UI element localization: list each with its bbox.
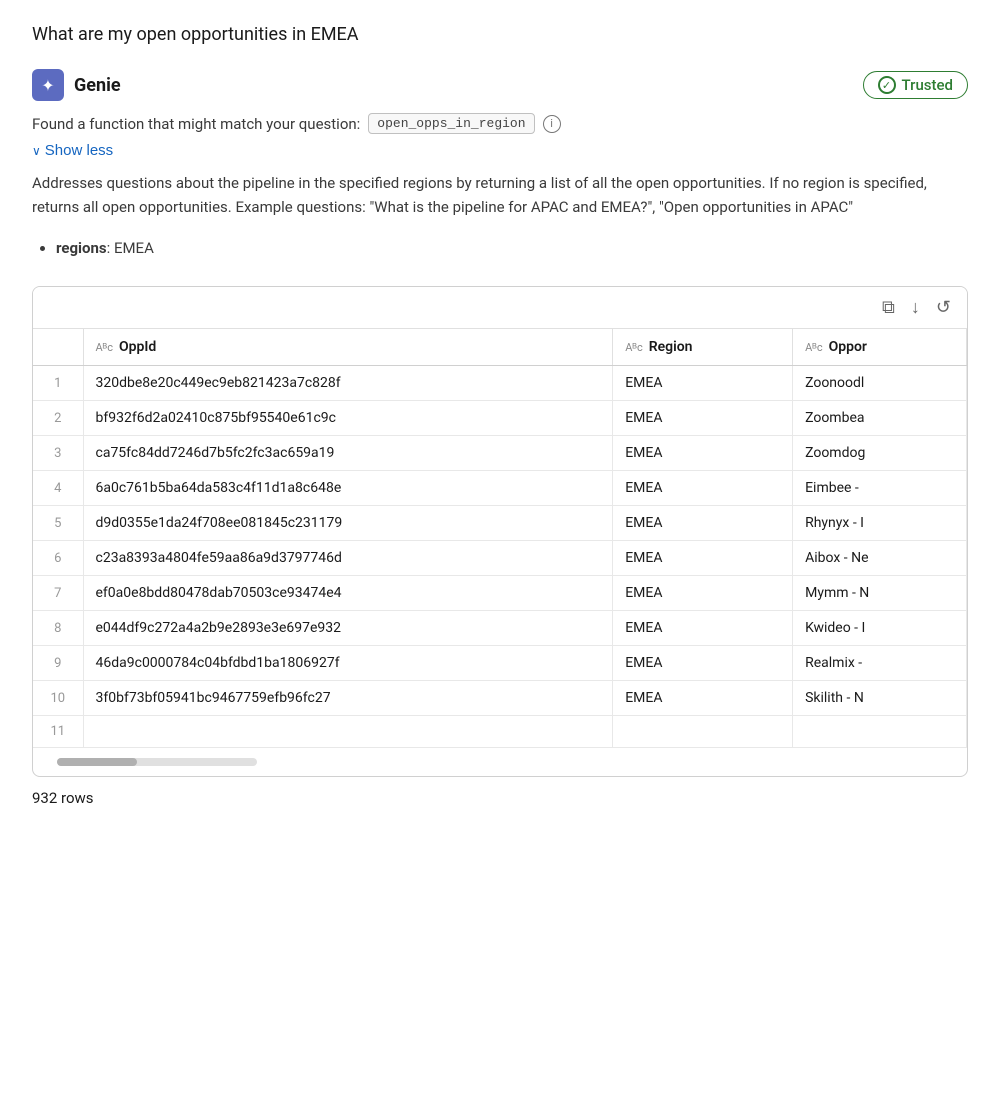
cell-rownum: 7 xyxy=(33,576,83,611)
table-header-opportu: Aᴮc Oppor xyxy=(793,329,967,366)
params-list: regions: EMEA xyxy=(56,235,968,262)
param-item: regions: EMEA xyxy=(56,235,968,262)
horizontal-scrollbar[interactable] xyxy=(57,758,257,766)
table-toolbar: ⧉ ↓ ↺ xyxy=(33,287,967,329)
refresh-icon[interactable]: ↺ xyxy=(936,297,951,318)
table-row: 6 c23a8393a4804fe59aa86a9d3797746d EMEA … xyxy=(33,541,967,576)
table-header-region: Aᴮc Region xyxy=(613,329,793,366)
trusted-label: Trusted xyxy=(902,76,953,94)
trusted-badge: ✓ Trusted xyxy=(863,71,968,99)
cell-region-partial xyxy=(613,716,793,748)
found-function-row: Found a function that might match your q… xyxy=(32,113,968,134)
cell-rownum: 1 xyxy=(33,366,83,401)
table-row: 7 ef0a0e8bdd80478dab70503ce93474e4 EMEA … xyxy=(33,576,967,611)
table-row: 5 d9d0355e1da24f708ee081845c231179 EMEA … xyxy=(33,506,967,541)
cell-opportu: Zoomdog xyxy=(793,436,967,471)
cell-opportu: Kwideo - I xyxy=(793,611,967,646)
cell-region: EMEA xyxy=(613,646,793,681)
cell-region: EMEA xyxy=(613,436,793,471)
col-label-oppid: OppId xyxy=(119,339,156,355)
cell-rownum: 10 xyxy=(33,681,83,716)
scrollbar-thumb xyxy=(57,758,137,766)
cell-oppid: e044df9c272a4a2b9e2893e3e697e932 xyxy=(83,611,613,646)
chevron-down-icon: ∨ xyxy=(32,144,41,158)
table-row: 4 6a0c761b5ba64da583c4f11d1a8c648e EMEA … xyxy=(33,471,967,506)
table-row: 9 46da9c0000784c04bfdbd1ba1806927f EMEA … xyxy=(33,646,967,681)
cell-region: EMEA xyxy=(613,471,793,506)
download-icon[interactable]: ↓ xyxy=(911,297,920,318)
cell-oppid: 3f0bf73bf05941bc9467759efb96fc27 xyxy=(83,681,613,716)
found-function-text: Found a function that might match your q… xyxy=(32,115,360,133)
cell-rownum: 9 xyxy=(33,646,83,681)
genie-title-row: ✦ Genie xyxy=(32,69,121,101)
col-label-opportu: Oppor xyxy=(829,339,867,355)
cell-region: EMEA xyxy=(613,401,793,436)
cell-region: EMEA xyxy=(613,576,793,611)
cell-oppid: 46da9c0000784c04bfdbd1ba1806927f xyxy=(83,646,613,681)
function-name-badge[interactable]: open_opps_in_region xyxy=(368,113,534,134)
cell-rownum-partial: 11 xyxy=(33,716,83,748)
cell-region: EMEA xyxy=(613,366,793,401)
genie-card: ✦ Genie ✓ Trusted Found a function that … xyxy=(32,69,968,807)
cell-region: EMEA xyxy=(613,541,793,576)
cell-opportu: Realmix - xyxy=(793,646,967,681)
cell-opportu: Aibox - Ne xyxy=(793,541,967,576)
data-table-container: ⧉ ↓ ↺ Aᴮc OppId xyxy=(32,286,968,777)
param-name: regions xyxy=(56,239,107,257)
data-table: Aᴮc OppId Aᴮc Region Aᴮc xyxy=(33,329,967,748)
cell-opportu-partial xyxy=(793,716,967,748)
table-row: 3 ca75fc84dd7246d7b5fc2fc3ac659a19 EMEA … xyxy=(33,436,967,471)
table-row: 1 320dbe8e20c449ec9eb821423a7c828f EMEA … xyxy=(33,366,967,401)
show-less-label: Show less xyxy=(45,142,113,159)
function-description: Addresses questions about the pipeline i… xyxy=(32,171,968,219)
check-circle-icon: ✓ xyxy=(878,76,896,94)
info-icon[interactable]: i xyxy=(543,115,561,133)
col-type-icon-oppid: Aᴮc xyxy=(96,341,114,354)
cell-oppid: 320dbe8e20c449ec9eb821423a7c828f xyxy=(83,366,613,401)
table-header-oppid: Aᴮc OppId xyxy=(83,329,613,366)
table-row: 10 3f0bf73bf05941bc9467759efb96fc27 EMEA… xyxy=(33,681,967,716)
cell-oppid: c23a8393a4804fe59aa86a9d3797746d xyxy=(83,541,613,576)
genie-icon: ✦ xyxy=(32,69,64,101)
genie-name: Genie xyxy=(74,75,121,96)
cell-rownum: 6 xyxy=(33,541,83,576)
cell-oppid: 6a0c761b5ba64da583c4f11d1a8c648e xyxy=(83,471,613,506)
show-less-button[interactable]: ∨ Show less xyxy=(32,142,113,159)
copy-icon[interactable]: ⧉ xyxy=(882,297,895,318)
sparkle-icon: ✦ xyxy=(41,76,54,95)
cell-rownum: 4 xyxy=(33,471,83,506)
table-wrapper: Aᴮc OppId Aᴮc Region Aᴮc xyxy=(33,329,967,748)
cell-oppid: ca75fc84dd7246d7b5fc2fc3ac659a19 xyxy=(83,436,613,471)
table-header-rownum xyxy=(33,329,83,366)
cell-rownum: 8 xyxy=(33,611,83,646)
cell-oppid-partial xyxy=(83,716,613,748)
cell-opportu: Zoombea xyxy=(793,401,967,436)
cell-rownum: 5 xyxy=(33,506,83,541)
table-row: 2 bf932f6d2a02410c875bf95540e61c9c EMEA … xyxy=(33,401,967,436)
table-header-row: Aᴮc OppId Aᴮc Region Aᴮc xyxy=(33,329,967,366)
cell-region: EMEA xyxy=(613,506,793,541)
cell-opportu: Eimbee - xyxy=(793,471,967,506)
cell-opportu: Rhynyx - I xyxy=(793,506,967,541)
scroll-row xyxy=(33,748,967,776)
cell-opportu: Skilith - N xyxy=(793,681,967,716)
cell-opportu: Mymm - N xyxy=(793,576,967,611)
genie-header: ✦ Genie ✓ Trusted xyxy=(32,69,968,101)
table-row-partial: 11 xyxy=(33,716,967,748)
cell-region: EMEA xyxy=(613,611,793,646)
cell-oppid: bf932f6d2a02410c875bf95540e61c9c xyxy=(83,401,613,436)
col-type-icon-opportu: Aᴮc xyxy=(805,341,823,354)
cell-oppid: d9d0355e1da24f708ee081845c231179 xyxy=(83,506,613,541)
query-text: What are my open opportunities in EMEA xyxy=(32,24,968,45)
col-label-region: Region xyxy=(649,339,693,355)
param-value: EMEA xyxy=(114,239,154,257)
cell-region: EMEA xyxy=(613,681,793,716)
cell-oppid: ef0a0e8bdd80478dab70503ce93474e4 xyxy=(83,576,613,611)
table-row: 8 e044df9c272a4a2b9e2893e3e697e932 EMEA … xyxy=(33,611,967,646)
cell-opportu: Zoonoodl xyxy=(793,366,967,401)
cell-rownum: 2 xyxy=(33,401,83,436)
cell-rownum: 3 xyxy=(33,436,83,471)
col-type-icon-region: Aᴮc xyxy=(625,341,643,354)
rows-count: 932 rows xyxy=(32,789,968,807)
